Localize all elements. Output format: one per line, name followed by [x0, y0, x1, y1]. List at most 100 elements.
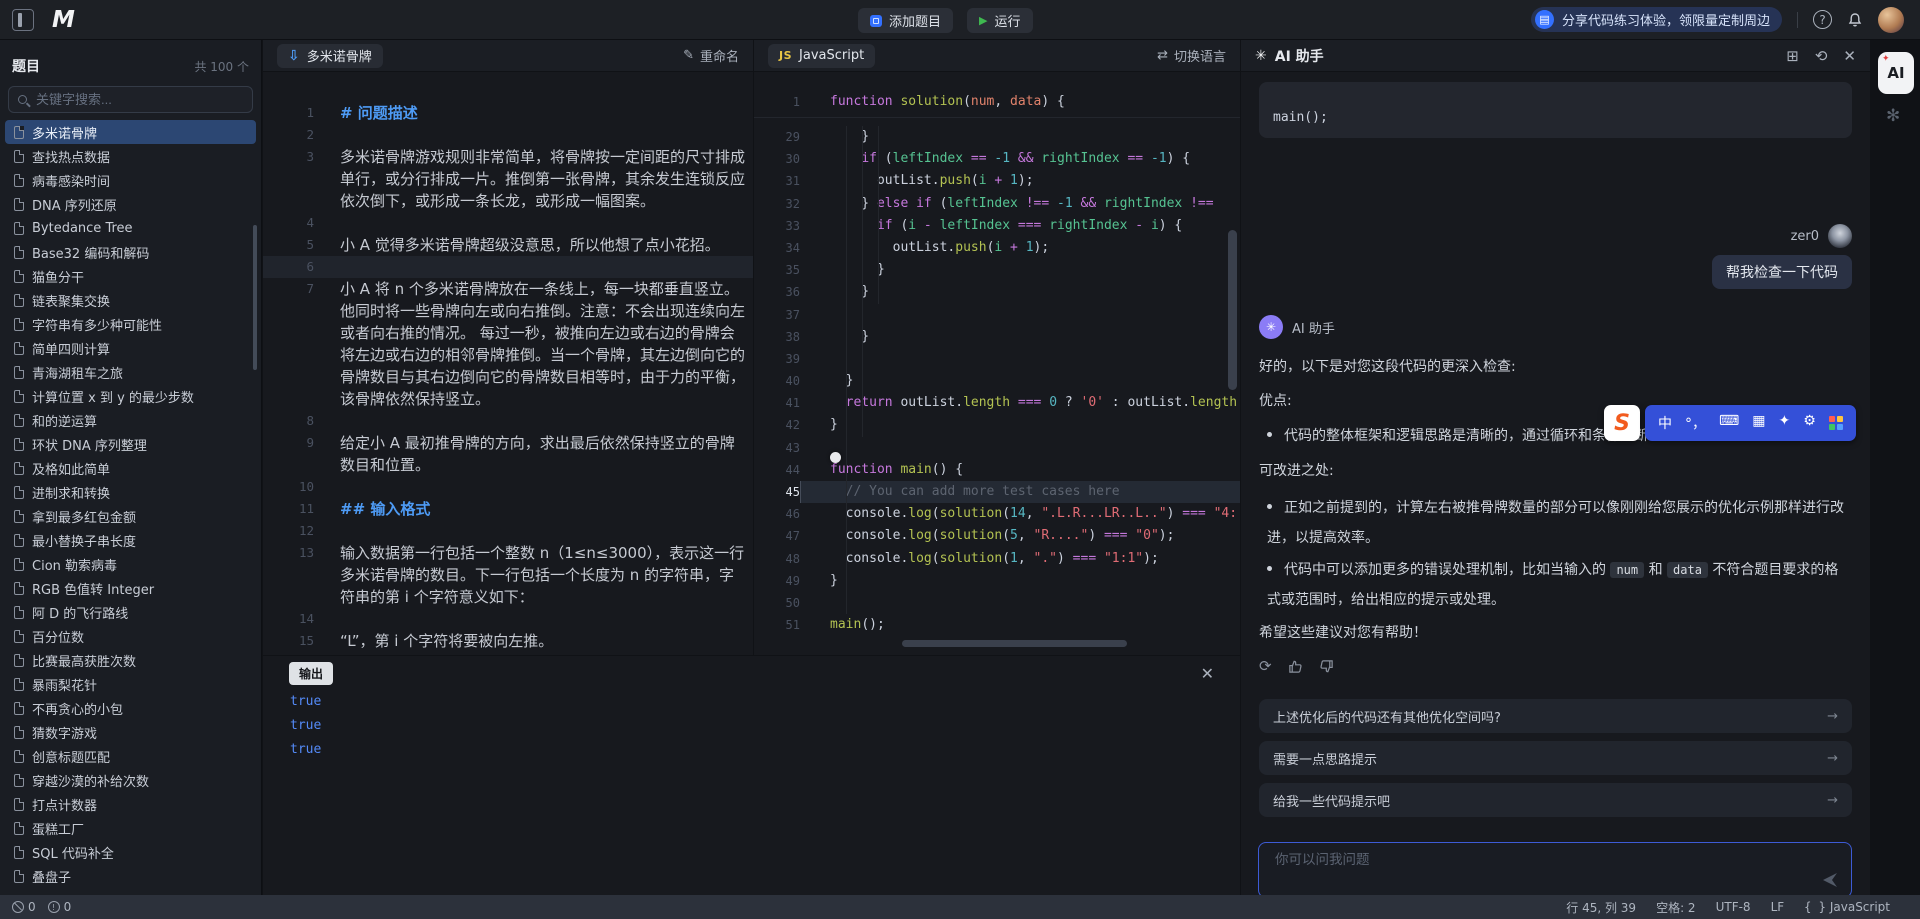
indentation[interactable]: 空格: 2 — [1656, 899, 1696, 916]
warning-count[interactable]: ! 0 — [48, 900, 72, 914]
editor-vertical-scrollbar[interactable] — [1228, 230, 1237, 390]
cursor-position[interactable]: 行 45, 列 39 — [1566, 899, 1636, 916]
sidebar-toggle-icon[interactable] — [12, 9, 34, 31]
ime-glyph[interactable]: ✦ — [1778, 413, 1790, 433]
search-input[interactable] — [34, 91, 243, 108]
document-icon — [14, 534, 24, 547]
help-icon[interactable]: ? — [1813, 10, 1832, 29]
sidebar-item[interactable]: SQL 代码补全 — [0, 840, 261, 864]
sidebar-item[interactable]: 最小替换子串长度 — [0, 528, 261, 552]
code-line: 31 outList.push(i + 1); — [754, 170, 1240, 192]
expand-icon[interactable]: ⊞ — [1786, 47, 1799, 65]
editor-horizontal-scrollbar[interactable] — [902, 640, 1127, 647]
notification-bell-icon[interactable] — [1847, 12, 1863, 28]
sidebar-item[interactable]: 环状 DNA 序列整理 — [0, 432, 261, 456]
sidebar-item[interactable]: 进制求和转换 — [0, 480, 261, 504]
ime-toolbar[interactable]: 中 °， ⌨ ▦ ✦ ⚙ — [1645, 405, 1856, 441]
sidebar-item[interactable]: 猜数字游戏 — [0, 720, 261, 744]
document-icon — [14, 246, 24, 259]
sidebar-item[interactable]: 字符串有多少种可能性 — [0, 312, 261, 336]
sidebar-item[interactable]: 计算位置 x 到 y 的最少步数 — [0, 384, 261, 408]
sidebar-item[interactable]: 及格如此简单 — [0, 456, 261, 480]
code-line: 29 } — [754, 126, 1240, 148]
error-count[interactable]: 0 — [12, 900, 36, 914]
line-number: 10 — [263, 476, 314, 498]
document-icon — [14, 630, 24, 643]
regenerate-icon[interactable]: ⟳ — [1259, 657, 1272, 675]
widget-icon[interactable]: ✻ — [1886, 106, 1900, 126]
sidebar-item[interactable]: Cion 勒索病毒 — [0, 552, 261, 576]
sidebar-item[interactable]: 穿越沙漠的补给次数 — [0, 768, 261, 792]
sidebar-item[interactable]: 蛋糕工厂 — [0, 816, 261, 840]
indent-guide — [846, 126, 847, 614]
sidebar-item[interactable]: 多米诺骨牌 — [5, 120, 256, 144]
chat-input[interactable] — [1273, 851, 1807, 868]
problem-tab[interactable]: ⇩ 多米诺骨牌 — [277, 44, 383, 68]
improvement-bullet: 正如之前提到的，计算左右被推骨牌数量的部分可以像刚刚给您展示的优化示例那样进行改… — [1267, 493, 1852, 553]
ai-float-button[interactable]: AI — [1878, 52, 1914, 94]
sidebar-item[interactable]: 猫鱼分干 — [0, 264, 261, 288]
sidebar-item[interactable]: Bytedance Tree — [0, 216, 261, 240]
code-lines[interactable]: 29 }30 if (leftIndex == -1 && rightIndex… — [754, 126, 1240, 636]
document-icon — [14, 750, 24, 763]
encoding[interactable]: UTF-8 — [1716, 900, 1751, 914]
promo-banner[interactable]: ▤ 分享代码练习体验，领限量定制周边 — [1531, 7, 1782, 32]
sidebar-item[interactable]: 暴雨梨花针 — [0, 672, 261, 696]
sidebar-item[interactable]: 病毒感染时间 — [0, 168, 261, 192]
ime-glyph[interactable]: ▦ — [1752, 413, 1765, 433]
add-problem-button[interactable]: 添加题目 — [858, 8, 953, 33]
sticky-code: function solution(num, data) { — [800, 90, 1240, 117]
sidebar-scrollbar[interactable] — [253, 225, 257, 370]
sidebar-item[interactable]: 链表聚集交换 — [0, 288, 261, 312]
sidebar-item-label: 多米诺骨牌 — [32, 123, 97, 142]
suggestion-card[interactable]: 需要一点思路提示→ — [1259, 741, 1852, 775]
line-number: 40 — [754, 370, 800, 392]
ime-glyph[interactable]: ⚙ — [1803, 413, 1816, 433]
sidebar-item[interactable]: 叠盘子 — [0, 864, 261, 888]
sidebar-item[interactable]: 拿到最多红包金额 — [0, 504, 261, 528]
sidebar-item[interactable]: 和的逆运算 — [0, 408, 261, 432]
markdown-line: 11## 输入格式 — [263, 498, 753, 520]
chat-input-box[interactable] — [1258, 842, 1852, 898]
switch-language-button[interactable]: ⇄ 切换语言 — [1157, 46, 1226, 65]
sidebar-item[interactable]: 阿 D 的飞行路线 — [0, 600, 261, 624]
search-box[interactable] — [8, 86, 253, 113]
output-tab[interactable]: 输出 — [289, 662, 333, 685]
sidebar-item[interactable]: 打点计数器 — [0, 792, 261, 816]
close-icon[interactable]: ✕ — [1843, 47, 1856, 65]
ime-glyph[interactable]: 中 — [1658, 413, 1672, 433]
suggestion-card[interactable]: 给我一些代码提示吧→ — [1259, 783, 1852, 817]
code-text: if (i - leftIndex === rightIndex - i) { — [800, 215, 1240, 237]
problem-lines[interactable]: 1# 问题描述23多米诺骨牌游戏规则非常简单，将骨牌按一定间距的尺寸排成单行，或… — [263, 72, 753, 652]
language-mode[interactable]: { } JavaScript — [1804, 900, 1890, 914]
document-icon — [14, 582, 24, 595]
run-button[interactable]: ▶ 运行 — [967, 8, 1032, 33]
sidebar-item[interactable]: RGB 色值转 Integer — [0, 576, 261, 600]
sidebar-item[interactable]: 比赛最高获胜次数 — [0, 648, 261, 672]
suggestion-card[interactable]: 上述优化后的代码还有其他优化空间吗?→ — [1259, 699, 1852, 733]
rename-button[interactable]: ✎ 重命名 — [683, 46, 739, 65]
sidebar-item[interactable]: 青海湖租车之旅 — [0, 360, 261, 384]
sidebar-item[interactable]: Base32 编码和解码 — [0, 240, 261, 264]
output-line: true — [290, 714, 1240, 738]
sidebar-item[interactable]: 创意标题匹配 — [0, 744, 261, 768]
sidebar-item[interactable]: 查找热点数据 — [0, 144, 261, 168]
close-icon[interactable]: ✕ — [1201, 664, 1214, 683]
ime-glyph[interactable]: ⌨ — [1719, 413, 1739, 433]
sogou-logo-icon[interactable]: S — [1604, 405, 1640, 441]
sidebar-item[interactable]: 百分位数 — [0, 624, 261, 648]
history-icon[interactable]: ⟲ — [1815, 47, 1828, 65]
sidebar-item[interactable]: 简单四则计算 — [0, 336, 261, 360]
sidebar-item[interactable]: 不再贪心的小包 — [0, 696, 261, 720]
sidebar-item[interactable]: DNA 序列还原 — [0, 192, 261, 216]
language-tab[interactable]: JS JavaScript — [768, 44, 875, 68]
send-icon[interactable] — [1821, 871, 1839, 889]
sidebar-item-label: 环状 DNA 序列整理 — [32, 435, 147, 454]
code-line: 47 console.log(solution(5, "R....") === … — [754, 525, 1240, 547]
eol-type[interactable]: LF — [1771, 900, 1785, 914]
user-avatar[interactable] — [1878, 7, 1904, 33]
pencil-icon: ✎ — [683, 48, 694, 63]
ime-glyph[interactable]: °， — [1685, 413, 1706, 433]
thumbs-up-icon[interactable] — [1288, 659, 1303, 674]
thumbs-down-icon[interactable] — [1319, 659, 1334, 674]
